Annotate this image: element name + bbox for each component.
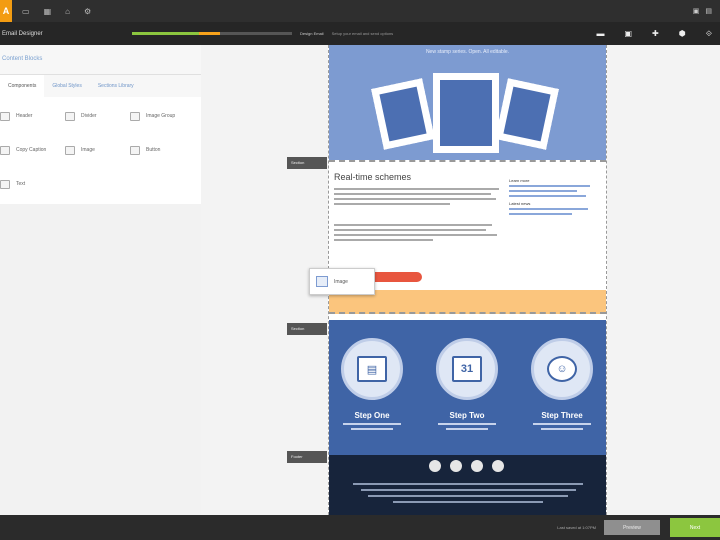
steps-section[interactable]: ▤ Step One 31 Step Two ☺ Step Three bbox=[329, 320, 606, 455]
wizard-progress-bar bbox=[132, 32, 292, 35]
hero-heading: New stamp series. Open. All editable. bbox=[425, 49, 510, 55]
block-header[interactable]: Header bbox=[0, 99, 65, 133]
block-label: Divider bbox=[81, 113, 97, 119]
nav-dashboard-icon[interactable]: ▭ bbox=[22, 7, 30, 16]
app-top-bar: A ▭ ▦ ⌂ ⚙ ▣ ▤ bbox=[0, 0, 720, 22]
section-tag[interactable]: Section bbox=[287, 157, 327, 169]
window-icon[interactable]: ▣ bbox=[693, 7, 700, 15]
calendar-icon: 31 bbox=[452, 356, 482, 382]
instagram-icon[interactable] bbox=[471, 460, 483, 472]
header-block-icon bbox=[0, 111, 10, 121]
menu-icon[interactable]: ▤ bbox=[705, 7, 712, 15]
design-canvas: Section Section Footer New stamp series.… bbox=[201, 45, 720, 515]
step-one-circle: ▤ bbox=[341, 338, 403, 400]
progress-current bbox=[199, 32, 220, 35]
block-image[interactable]: Image bbox=[65, 133, 130, 167]
browser-icon: ▤ bbox=[357, 356, 387, 382]
progress-complete bbox=[132, 32, 200, 35]
facebook-icon[interactable] bbox=[429, 460, 441, 472]
footer-text bbox=[343, 483, 593, 507]
image-group-block-icon bbox=[130, 111, 140, 121]
step-three-circle: ☺ bbox=[531, 338, 593, 400]
body-paragraph-2 bbox=[334, 224, 499, 244]
block-divider[interactable]: Divider bbox=[65, 99, 130, 133]
save-status: Last saved at 1:07PM bbox=[557, 525, 596, 530]
step-two: 31 Step Two bbox=[432, 338, 502, 430]
image-block-icon bbox=[65, 145, 75, 155]
footer-tag[interactable]: Footer bbox=[287, 451, 327, 463]
stamp-left-icon bbox=[371, 78, 435, 150]
wizard-step-active[interactable]: Design Email bbox=[300, 31, 324, 36]
body-paragraph-1 bbox=[334, 188, 499, 208]
stamp-center-icon bbox=[433, 73, 499, 153]
top-right-actions: ▣ ▤ bbox=[693, 7, 720, 15]
nav-grid-icon[interactable]: ▦ bbox=[44, 7, 52, 16]
block-label: Button bbox=[146, 147, 161, 153]
step-three: ☺ Step Three bbox=[527, 338, 597, 430]
stamp-right-icon bbox=[495, 78, 559, 150]
content-section[interactable]: Real-time schemes Learn more Latest news… bbox=[309, 160, 606, 295]
designer-title: Email Designer bbox=[2, 30, 43, 37]
bottom-bar: Last saved at 1:07PM Preview Next bbox=[0, 515, 720, 540]
content-blocks-panel: Content Blocks Components Global Styles … bbox=[0, 45, 201, 515]
step-title: Step Three bbox=[541, 411, 583, 420]
block-button[interactable]: Button bbox=[130, 133, 195, 167]
save-icon[interactable]: ▣ bbox=[624, 29, 632, 39]
block-grid: Header Divider Image Group Copy Caption … bbox=[0, 97, 201, 204]
twitter-icon[interactable] bbox=[450, 460, 462, 472]
block-label: Copy Caption bbox=[16, 147, 47, 153]
step-title: Step Two bbox=[449, 411, 485, 420]
block-label: Image bbox=[81, 147, 95, 153]
text-block-icon bbox=[0, 179, 10, 189]
preview-button[interactable]: Preview bbox=[604, 520, 660, 535]
sidebar-heading: Learn more bbox=[509, 178, 530, 183]
tab-components[interactable]: Components bbox=[0, 75, 45, 97]
tab-sections-library[interactable]: Sections Library bbox=[90, 75, 142, 97]
sidebar-heading: Latest news bbox=[509, 201, 531, 206]
app-logo[interactable]: A bbox=[0, 0, 12, 22]
drag-label: Image bbox=[334, 278, 348, 285]
youtube-icon[interactable] bbox=[492, 460, 504, 472]
copy-caption-block-icon bbox=[0, 145, 10, 155]
block-text[interactable]: Text bbox=[0, 167, 65, 201]
code-icon[interactable]: ⟐ bbox=[706, 29, 712, 39]
toolbar-actions: ▬ ▣ ✚ ⬢ ⟐ bbox=[596, 29, 720, 39]
wizard-step-next[interactable]: Setup your email and send options bbox=[332, 31, 394, 36]
top-nav: ▭ ▦ ⌂ ⚙ bbox=[22, 7, 91, 16]
panel-header: Content Blocks bbox=[0, 45, 201, 75]
step-title: Step One bbox=[354, 411, 390, 420]
section-title: Real-time schemes bbox=[334, 172, 412, 182]
nav-settings-icon[interactable]: ⚙ bbox=[84, 7, 91, 16]
step-one: ▤ Step One bbox=[337, 338, 407, 430]
tab-global-styles[interactable]: Global Styles bbox=[44, 75, 89, 97]
block-label: Text bbox=[16, 181, 26, 187]
section-tag[interactable]: Section bbox=[287, 323, 327, 335]
image-icon bbox=[316, 276, 328, 287]
sidebar-links: Learn more Latest news bbox=[509, 174, 599, 218]
designer-toolbar: Email Designer Design Email Setup your e… bbox=[0, 22, 720, 45]
button-block-icon bbox=[130, 145, 140, 155]
dragged-block[interactable]: Image bbox=[309, 268, 375, 295]
block-label: Image Group bbox=[146, 113, 176, 119]
step-two-circle: 31 bbox=[436, 338, 498, 400]
hero-section[interactable]: New stamp series. Open. All editable. bbox=[329, 45, 606, 160]
desktop-view-icon[interactable]: ▬ bbox=[596, 29, 604, 39]
divider-block-icon bbox=[65, 111, 75, 121]
person-icon: ☺ bbox=[547, 356, 577, 382]
footer-section[interactable] bbox=[329, 455, 606, 515]
social-icons bbox=[429, 460, 504, 472]
email-preview: New stamp series. Open. All editable. Re… bbox=[309, 45, 607, 515]
panel-tabs: Components Global Styles Sections Librar… bbox=[0, 75, 201, 97]
block-label: Header bbox=[16, 113, 33, 119]
nav-home-icon[interactable]: ⌂ bbox=[65, 7, 70, 16]
settings-icon[interactable]: ⬢ bbox=[679, 29, 686, 39]
add-icon[interactable]: ✚ bbox=[652, 29, 659, 39]
block-copy-caption[interactable]: Copy Caption bbox=[0, 133, 65, 167]
block-image-group[interactable]: Image Group bbox=[130, 99, 195, 133]
next-button[interactable]: Next bbox=[670, 518, 720, 537]
